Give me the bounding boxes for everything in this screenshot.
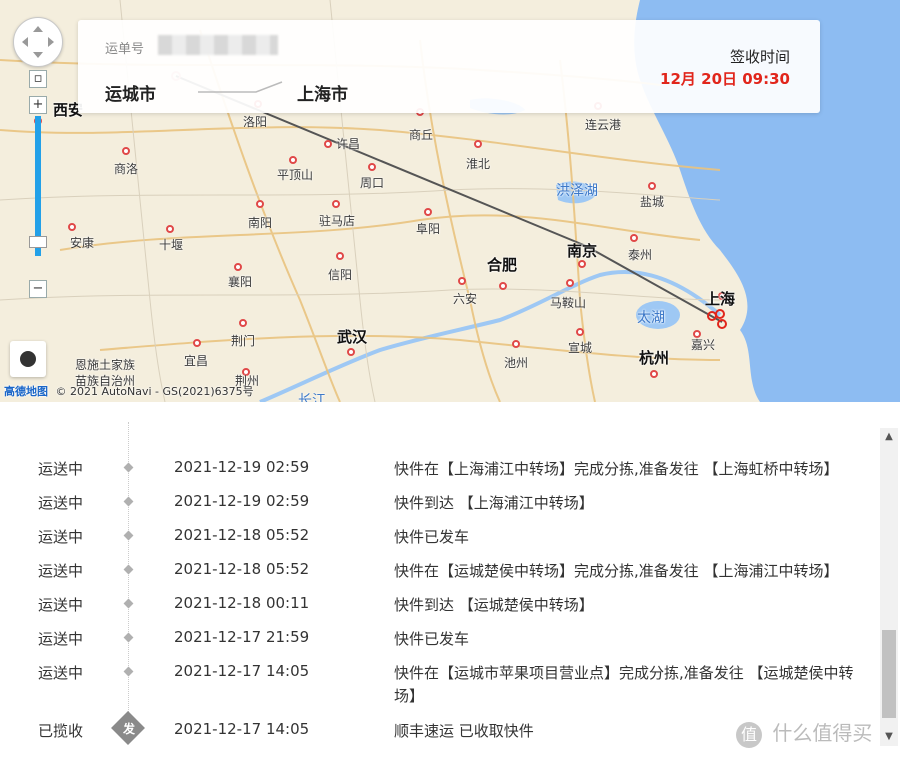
city-label: 盐城 (639, 195, 665, 209)
city-label: 武汉 (336, 328, 368, 346)
city-label: 泰州 (627, 248, 653, 262)
scroll-down-icon[interactable]: ▼ (880, 728, 898, 746)
city-label: 六安 (452, 292, 478, 306)
log-description: 快件在【上海浦江中转场】完成分拣,准备发往 【上海虹桥中转场】 (394, 460, 839, 478)
scroll-up-icon[interactable]: ▲ (880, 428, 898, 446)
city-label: 信阳 (327, 268, 353, 282)
log-time: 2021-12-18 00:11 (174, 594, 310, 612)
city-label: 阜阳 (415, 222, 441, 236)
sign-time-value: 12月 20日 09:30 (660, 70, 790, 88)
timeline-dot (123, 462, 134, 473)
timeline-dot (124, 403, 134, 413)
city-label: 嘉兴 (690, 338, 716, 352)
log-status: 运送中 (38, 596, 84, 614)
log-time: 2021-12-17 14:05 (174, 720, 310, 738)
city-label: 太湖 (637, 310, 665, 326)
city-label: 宣城 (567, 341, 593, 355)
city-label: 合肥 (486, 256, 518, 274)
log-description: 快件在【运城市苹果项目营业点】完成分拣,准备发往 【运城楚侯中转场】 (394, 664, 854, 705)
city-label: 上海 (704, 290, 736, 308)
zoom-slider-handle[interactable] (29, 236, 47, 248)
city-label: 周口 (359, 176, 385, 190)
destination-city: 上海市 (297, 85, 348, 105)
city-label: 商洛 (113, 162, 139, 176)
log-scrollbar[interactable]: ▲ ▼ (880, 428, 898, 746)
log-status: 运送中 (38, 630, 84, 648)
map-attribution: 高德地图 © 2021 AutoNavi - GS(2021)6375号 (4, 383, 254, 399)
watermark: 值 什么值得买 (736, 717, 872, 748)
city-label: 长江 (298, 393, 326, 402)
city-label: 连云港 (584, 118, 622, 132)
locate-icon (20, 351, 36, 367)
map-pan-control[interactable] (13, 17, 63, 67)
zoom-slider-track[interactable] (35, 116, 41, 256)
log-status: 已揽收 (38, 722, 84, 740)
city-label: 荆门 (230, 334, 256, 348)
city-label: 洪泽湖 (556, 183, 598, 199)
timeline-dot (123, 496, 134, 507)
attribution-text: © 2021 AutoNavi - GS(2021)6375号 (55, 385, 254, 398)
map-zoom-control[interactable]: ▫ + − (29, 70, 47, 300)
sign-time-title: 签收时间 (729, 48, 790, 66)
watermark-text: 什么值得买 (772, 721, 873, 745)
timeline-dot (123, 530, 134, 541)
city-label: 杭州 (638, 349, 670, 367)
log-time: 2021-12-18 05:52 (174, 526, 310, 544)
log-time: 2021-12-17 21:59 (174, 628, 310, 646)
log-description: 快件在【运城楚侯中转场】完成分拣,准备发往 【上海浦江中转场】 (394, 562, 839, 580)
log-description: 快件到达 【运城楚侯中转场】 (394, 596, 594, 614)
origin-city: 运城市 (105, 85, 156, 105)
waybill-label: 运单号 (105, 42, 145, 57)
tracking-log[interactable]: 运送中 2021-12-19 03:43 快件已发车 运送中 2021-12-19 02… (0, 402, 900, 757)
pickup-badge-label: 发 (123, 722, 136, 736)
log-time: 2021-12-17 14:05 (174, 662, 310, 680)
city-label: 襄阳 (227, 275, 253, 289)
city-label: 恩施土家族 (74, 358, 136, 372)
city-label: 安康 (69, 236, 95, 250)
city-label: 宜昌 (183, 354, 209, 368)
log-description: 快件已发车 (394, 402, 470, 418)
log-description: 快件已发车 (394, 630, 470, 648)
amap-logo: 高德地图 (4, 385, 48, 398)
city-label: 商丘 (408, 128, 434, 142)
log-time: 2021-12-19 02:59 (174, 458, 310, 476)
zoom-out-button[interactable]: − (29, 280, 47, 298)
waybill-card: 运单号 运城市 上海市 签收时间 12月 20日 09:30 (78, 20, 820, 113)
route-map[interactable]: 西安 商洛 安康 十堰 洛阳 平顶山 许昌 周口 商丘 淮北 南阳 驻马店 阜阳 信阳 襄阳 六安 合肥 南京 马鞍… (0, 0, 900, 402)
city-label: 平顶山 (276, 168, 314, 182)
city-label: 许昌 (335, 137, 361, 151)
timeline-dot (123, 564, 134, 575)
timeline-dot (123, 632, 134, 643)
log-status: 运送中 (38, 562, 84, 580)
log-time: 2021-12-19 03:43 (174, 402, 310, 416)
zoom-reset-button[interactable]: ▫ (29, 70, 47, 88)
timeline-dot (123, 598, 134, 609)
timeline-dot (123, 666, 134, 677)
log-description: 快件到达 【上海浦江中转场】 (394, 494, 594, 512)
zoom-in-button[interactable]: + (29, 96, 47, 114)
city-label: 十堰 (158, 238, 184, 252)
city-label: 南京 (566, 242, 598, 260)
log-status: 运送中 (38, 460, 84, 478)
pan-arrows-icon (22, 26, 54, 58)
log-status: 运送中 (38, 664, 84, 682)
waybill-number-masked (158, 35, 278, 55)
log-status: 运送中 (38, 402, 84, 418)
log-status: 运送中 (38, 494, 84, 512)
log-time: 2021-12-19 02:59 (174, 492, 310, 510)
watermark-icon: 值 (736, 721, 762, 748)
city-label: 马鞍山 (549, 296, 587, 310)
log-status: 运送中 (38, 528, 84, 546)
scroll-thumb[interactable] (882, 630, 896, 718)
city-label: 驻马店 (318, 214, 356, 228)
city-label: 淮北 (465, 157, 491, 171)
route-arrow-icon (198, 81, 283, 93)
log-time: 2021-12-18 05:52 (174, 560, 310, 578)
city-label: 南阳 (247, 216, 273, 230)
log-description: 快件已发车 (394, 528, 470, 546)
city-label: 洛阳 (242, 115, 268, 129)
locate-button[interactable] (10, 341, 46, 377)
city-label: 池州 (503, 356, 529, 370)
